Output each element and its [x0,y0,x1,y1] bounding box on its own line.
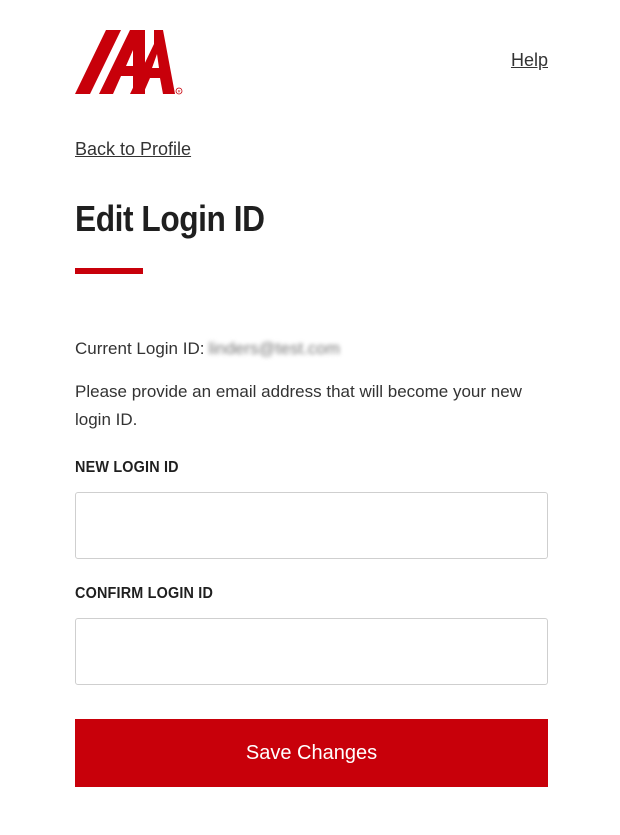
current-login-id: Current Login ID: linders@test.com [75,339,340,359]
title-underline [75,268,143,274]
iaa-logo-icon[interactable]: R [75,30,183,96]
svg-text:R: R [178,89,181,94]
help-link[interactable]: Help [511,50,548,71]
edit-login-page: R Help Back to Profile Edit Login ID Cur… [0,0,620,835]
confirm-login-id-label: CONFIRM LOGIN ID [75,585,214,602]
current-login-id-label: Current Login ID: [75,339,205,358]
instructions-text: Please provide an email address that wil… [75,382,522,429]
save-changes-button[interactable]: Save Changes [75,719,548,787]
current-login-id-value: linders@test.com [208,339,341,358]
confirm-login-id-input[interactable] [75,618,548,685]
new-login-id-label: NEW LOGIN ID [75,459,179,476]
back-to-profile-link[interactable]: Back to Profile [75,139,191,160]
page-title: Edit Login ID [75,198,265,239]
new-login-id-input[interactable] [75,492,548,559]
